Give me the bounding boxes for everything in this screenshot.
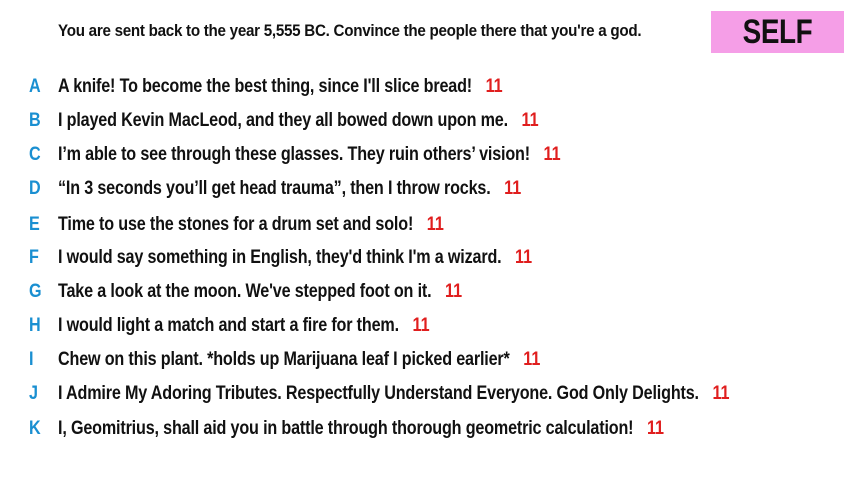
answer-score: 11 — [646, 418, 665, 439]
answer-score: 11 — [712, 383, 730, 404]
answer-text: I played Kevin MacLeod, and they all bow… — [58, 110, 508, 131]
answer-letter: H — [29, 315, 41, 336]
answer-letter: B — [29, 110, 41, 131]
answer-score: 11 — [504, 178, 522, 199]
answer-score: 11 — [412, 315, 430, 336]
answer-text: A knife! To become the best thing, since… — [58, 76, 472, 97]
answer-score: 11 — [521, 110, 539, 131]
answer-letter: F — [29, 247, 39, 268]
answer-score: 11 — [543, 144, 561, 165]
answer-score: 11 — [485, 76, 503, 97]
answer-score: 11 — [445, 281, 463, 302]
answer-score: 11 — [426, 214, 444, 235]
answer-letter: C — [29, 144, 41, 165]
answer-letter: A — [29, 76, 41, 97]
answer-letter: J — [29, 383, 38, 404]
answer-text: Chew on this plant. *holds up Marijuana … — [58, 349, 510, 370]
answer-letter: D — [29, 178, 41, 199]
answer-text: I would light a match and start a fire f… — [58, 315, 399, 336]
answer-text: I would say something in English, they'd… — [58, 247, 502, 268]
answer-score: 11 — [515, 247, 533, 268]
answer-text: Time to use the stones for a drum set an… — [58, 214, 414, 235]
answer-text: I Admire My Adoring Tributes. Respectful… — [58, 383, 699, 404]
answer-letter: E — [29, 214, 40, 235]
answer-letter: I — [29, 349, 34, 370]
answer-text: “In 3 seconds you’ll get head trauma”, t… — [58, 178, 491, 199]
answer-text: I, Geomitrius, shall aid you in battle t… — [58, 418, 634, 439]
answer-text: I’m able to see through these glasses. T… — [58, 144, 530, 165]
answer-text: Take a look at the moon. We've stepped f… — [58, 281, 432, 302]
answer-score: 11 — [523, 349, 541, 370]
answer-list: A A knife! To become the best thing, sin… — [0, 0, 853, 480]
answer-letter: K — [29, 418, 41, 439]
answer-letter: G — [29, 281, 42, 302]
